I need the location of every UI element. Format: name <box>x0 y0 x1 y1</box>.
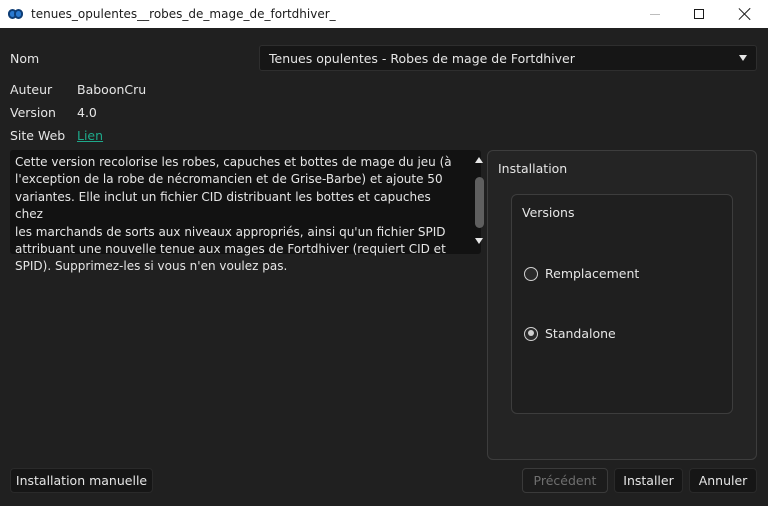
minimize-icon <box>650 13 660 15</box>
app-logo-icon <box>8 8 24 20</box>
radio-label: Standalone <box>545 326 616 341</box>
scroll-up-button[interactable] <box>473 153 485 167</box>
radio-label: Remplacement <box>545 266 640 281</box>
cancel-button[interactable]: Annuler <box>689 468 757 493</box>
chevron-down-icon <box>739 55 747 61</box>
author-label: Auteur <box>10 82 53 97</box>
name-label: Nom <box>10 51 40 66</box>
radio-unchecked-icon[interactable] <box>524 266 538 281</box>
close-button[interactable] <box>722 0 768 28</box>
installation-group-title: Installation <box>498 161 568 176</box>
description-text: Cette version recolorise les robes, capu… <box>15 154 457 276</box>
description-line: attribuant une nouvelle tenue aux mages … <box>15 242 446 257</box>
arrow-up-icon <box>475 157 483 163</box>
versions-group <box>511 194 733 414</box>
radio-option-standalone[interactable]: Standalone <box>524 326 616 341</box>
radio-option-remplacement[interactable]: Remplacement <box>524 266 639 281</box>
radio-checked-icon[interactable] <box>524 326 538 341</box>
maximize-icon <box>694 9 704 19</box>
title-bar: tenues_opulentes__robes_de_mage_de_fortd… <box>0 0 768 28</box>
window-title: tenues_opulentes__robes_de_mage_de_fortd… <box>31 7 336 21</box>
website-link[interactable]: Lien <box>77 128 103 143</box>
author-value: BaboonCru <box>77 82 147 97</box>
name-select-value: Tenues opulentes - Robes de mage de Fort… <box>269 50 575 66</box>
previous-button[interactable]: Précédent <box>522 468 608 493</box>
arrow-down-icon <box>475 238 483 244</box>
description-line: les marchands de sorts aux niveaux appro… <box>15 224 446 239</box>
install-button[interactable]: Installer <box>614 468 683 493</box>
close-icon <box>739 8 751 20</box>
description-line: l'exception de la robe de nécromancien e… <box>15 172 443 187</box>
version-value: 4.0 <box>77 105 97 120</box>
description-line: SPID). Supprimez-les si vous n'en voulez… <box>15 259 288 274</box>
maximize-button[interactable] <box>676 0 722 28</box>
website-label: Site Web <box>10 128 66 143</box>
description-line: variantes. Elle inclut un fichier CID di… <box>15 189 431 222</box>
version-label: Version <box>10 105 56 120</box>
description-box[interactable]: Cette version recolorise les robes, capu… <box>10 150 484 273</box>
description-line: Cette version recolorise les robes, capu… <box>15 155 452 169</box>
name-select[interactable]: Tenues opulentes - Robes de mage de Fort… <box>259 45 757 71</box>
manual-install-button[interactable]: Installation manuelle <box>10 468 153 493</box>
versions-group-title: Versions <box>522 205 575 220</box>
minimize-button[interactable] <box>632 0 678 28</box>
scroll-down-button[interactable] <box>473 234 485 248</box>
scrollbar-thumb[interactable] <box>475 177 484 228</box>
